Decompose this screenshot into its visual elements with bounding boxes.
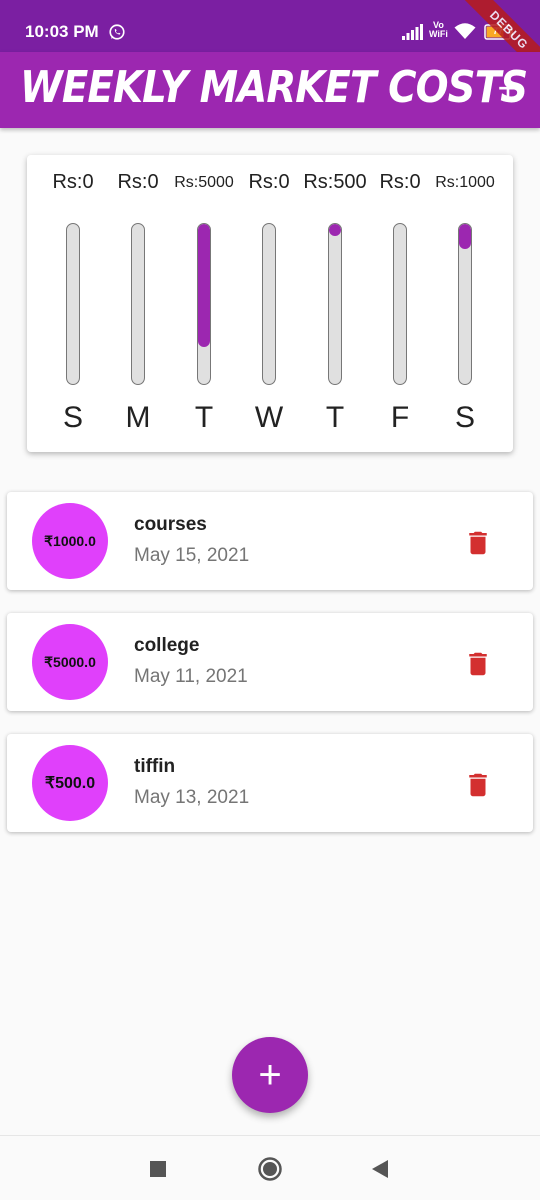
signal-icon <box>402 24 423 40</box>
transaction-title: courses <box>134 514 207 535</box>
vowifi-indicator: Vo WiFi <box>429 21 448 39</box>
chart-bar-fill <box>329 224 341 237</box>
add-fab-button[interactable]: + <box>232 1037 308 1113</box>
chart-bar-fill <box>198 224 210 348</box>
chart-bar-amount: Rs:1000 <box>435 174 495 191</box>
chart-bar-2: Rs:5000 T <box>171 155 237 452</box>
transaction-amount: ₹5000.0 <box>32 624 108 700</box>
chart-bar-4: Rs:500 T <box>302 155 368 452</box>
app-bar: Weekly Market Costs + <box>0 52 540 128</box>
chart-bar-day: T <box>194 401 214 434</box>
chart-bar-track <box>458 223 472 385</box>
transaction-date: May 13, 2021 <box>134 787 250 808</box>
chart-bar-day: M <box>125 401 151 434</box>
system-nav-bar <box>0 1135 540 1200</box>
transaction-amount: ₹500.0 <box>32 745 108 821</box>
status-bar: 10:03 PM Vo WiFi 77 DEBUG <box>0 0 540 84</box>
transaction-item: ₹500.0 tiffin May 13, 2021 <box>7 734 533 832</box>
app-title: Weekly Market Costs <box>20 62 528 113</box>
chart-bar-6: Rs:1000 S <box>432 155 498 452</box>
chart-bar-5: Rs:0 F <box>367 155 433 452</box>
add-transaction-button[interactable]: + <box>490 66 526 110</box>
recents-icon[interactable] <box>143 1154 173 1184</box>
delete-icon[interactable] <box>463 528 493 558</box>
transaction-date: May 15, 2021 <box>134 545 250 566</box>
vowifi-bottom: WiFi <box>429 29 448 39</box>
chart-bar-day: W <box>254 401 284 434</box>
chart-bar-day: S <box>454 401 475 434</box>
chart-bar-track <box>131 223 145 385</box>
chart-bar-day: T <box>325 401 345 434</box>
chart-bar-day: F <box>390 401 410 434</box>
delete-icon[interactable] <box>463 770 493 800</box>
wifi-icon <box>454 23 476 39</box>
chart-bar-0: Rs:0 S <box>40 155 106 452</box>
status-time: 10:03 PM <box>25 22 99 41</box>
transaction-item: ₹1000.0 courses May 15, 2021 <box>7 492 533 590</box>
chart-bar-track <box>66 223 80 385</box>
transaction-title: college <box>134 635 200 656</box>
transaction-date: May 11, 2021 <box>134 666 248 687</box>
home-icon[interactable] <box>255 1154 285 1184</box>
chart-bar-track <box>262 223 276 385</box>
chart-bar-fill <box>459 224 471 249</box>
whatsapp-icon <box>109 24 125 40</box>
chart-bar-track <box>197 223 211 385</box>
chart-bar-1: Rs:0 M <box>105 155 171 452</box>
chart-bar-3: Rs:0 W <box>236 155 302 452</box>
back-icon[interactable] <box>367 1154 397 1184</box>
delete-icon[interactable] <box>463 649 493 679</box>
transaction-item: ₹5000.0 college May 11, 2021 <box>7 613 533 711</box>
transaction-title: tiffin <box>134 756 176 777</box>
chart-bar-day: S <box>62 401 83 434</box>
chart-bar-track <box>393 223 407 385</box>
transaction-amount: ₹1000.0 <box>32 503 108 579</box>
weekly-chart: Rs:0 S Rs:0 M Rs:5000 T Rs:0 W Rs:500 T … <box>27 155 513 452</box>
chart-bar-track <box>328 223 342 385</box>
